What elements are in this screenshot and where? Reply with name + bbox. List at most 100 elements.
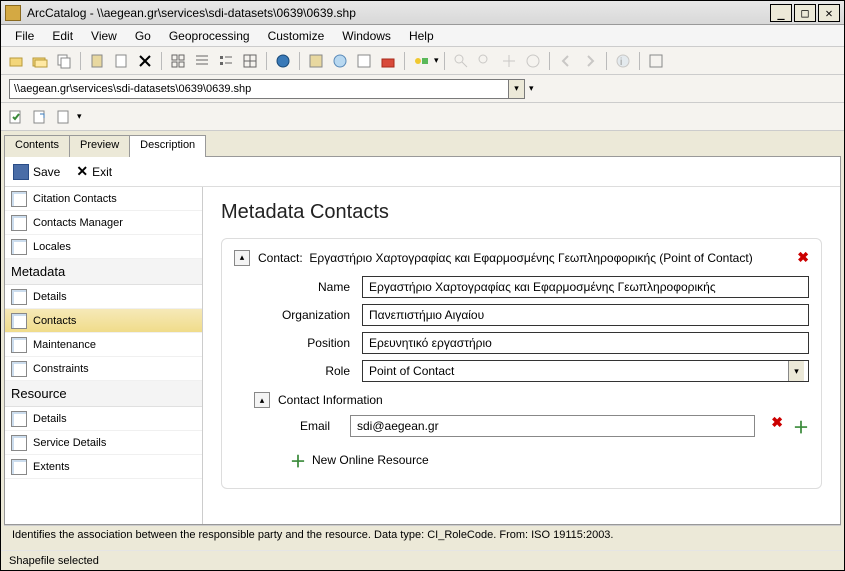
maximize-button[interactable]: □ [794, 4, 816, 22]
collapse-contact-button[interactable]: ▴ [234, 250, 250, 266]
thumbnails-icon[interactable] [239, 50, 261, 72]
zoom-in-icon [450, 50, 472, 72]
arcglobe-icon[interactable] [329, 50, 351, 72]
menu-customize[interactable]: Customize [260, 27, 333, 45]
titlebar-text: ArcCatalog - \\aegean.gr\services\sdi-da… [27, 6, 770, 20]
tab-contents[interactable]: Contents [4, 135, 70, 157]
menu-geoprocessing[interactable]: Geoprocessing [161, 27, 258, 45]
save-icon [13, 164, 29, 180]
nav-heading-metadata: Metadata [5, 259, 202, 285]
delete-contact-button[interactable]: ✖ [797, 249, 809, 266]
nav-resource-service-details[interactable]: Service Details [5, 431, 202, 455]
close-button[interactable]: ✕ [818, 4, 840, 22]
exit-button[interactable]: ✕ Exit [76, 163, 112, 180]
toolbox-icon[interactable] [377, 50, 399, 72]
connect-folder-icon[interactable] [5, 50, 27, 72]
svg-text:i: i [620, 57, 622, 68]
name-input[interactable] [362, 276, 809, 298]
tab-preview[interactable]: Preview [69, 135, 130, 157]
doc-icon [11, 289, 27, 305]
menu-view[interactable]: View [83, 27, 125, 45]
toolbar-secondary: ▾ [1, 103, 844, 131]
nav-contacts-manager[interactable]: Contacts Manager [5, 211, 202, 235]
arcscene-icon[interactable] [353, 50, 375, 72]
minimize-button[interactable]: _ [770, 4, 792, 22]
menu-edit[interactable]: Edit [44, 27, 81, 45]
zoom-out-icon [474, 50, 496, 72]
contact-title: Contact: Εργαστήριο Χαρτογραφίας και Εφα… [258, 251, 789, 265]
pathbar: ▾ ▾ [1, 75, 844, 103]
validate-icon[interactable] [5, 106, 27, 128]
full-extent-icon [522, 50, 544, 72]
dropdown-icon[interactable]: ▾ [434, 55, 439, 66]
doc-icon [11, 459, 27, 475]
pan-icon [498, 50, 520, 72]
properties-icon[interactable] [53, 106, 75, 128]
nav-heading-resource: Resource [5, 381, 202, 407]
search-icon[interactable] [645, 50, 667, 72]
role-select[interactable]: Point of Contact ▾ [362, 360, 809, 382]
list-icon[interactable] [191, 50, 213, 72]
doc-icon [11, 435, 27, 451]
details-icon[interactable] [215, 50, 237, 72]
nav-metadata-constraints[interactable]: Constraints [5, 357, 202, 381]
name-label: Name [260, 280, 350, 294]
status-bar: Shapefile selected [1, 550, 844, 570]
menubar: File Edit View Go Geoprocessing Customiz… [1, 25, 844, 47]
location-input[interactable] [9, 79, 509, 99]
page-title: Metadata Contacts [221, 201, 822, 224]
save-button[interactable]: Save [13, 164, 60, 180]
add-email-button[interactable]: ＋ [793, 414, 809, 438]
titlebar: ArcCatalog - \\aegean.gr\services\sdi-da… [1, 1, 844, 25]
nav-locales[interactable]: Locales [5, 235, 202, 259]
position-input[interactable] [362, 332, 809, 354]
menu-file[interactable]: File [7, 27, 42, 45]
menu-windows[interactable]: Windows [334, 27, 399, 45]
exit-icon: ✕ [76, 163, 88, 180]
contact-info-label: Contact Information [278, 393, 383, 407]
toolbar-options-icon[interactable]: ▾ [529, 83, 534, 94]
form-area[interactable]: Metadata Contacts ▴ Contact: Εργαστήριο … [203, 187, 840, 524]
model-builder-icon[interactable] [410, 50, 432, 72]
delete-email-button[interactable]: ✖ [771, 414, 783, 438]
back-icon [555, 50, 577, 72]
nav-metadata-contacts[interactable]: Contacts [5, 309, 202, 333]
identify-icon: i [612, 50, 634, 72]
nav-metadata-details[interactable]: Details [5, 285, 202, 309]
doc-icon [11, 361, 27, 377]
role-label: Role [260, 364, 350, 378]
arcmap-icon[interactable] [305, 50, 327, 72]
nav-resource-extents[interactable]: Extents [5, 455, 202, 479]
action-bar: Save ✕ Exit [5, 157, 840, 187]
export-icon[interactable] [29, 106, 51, 128]
copy-icon[interactable] [53, 50, 75, 72]
organization-input[interactable] [362, 304, 809, 326]
tabs: Contents Preview Description [4, 134, 841, 156]
new-online-resource-button[interactable]: ＋ New Online Resource [290, 448, 809, 472]
chevron-down-icon[interactable]: ▾ [788, 361, 804, 381]
toolbar-main: ▾ i [1, 47, 844, 75]
paste-icon[interactable] [86, 50, 108, 72]
contact-box: ▴ Contact: Εργαστήριο Χαρτογραφίας και Ε… [221, 238, 822, 489]
toolbar2-options-icon[interactable]: ▾ [77, 111, 82, 122]
large-icons-icon[interactable] [167, 50, 189, 72]
delete-icon[interactable] [134, 50, 156, 72]
menu-help[interactable]: Help [401, 27, 442, 45]
organization-label: Organization [260, 308, 350, 322]
tab-description[interactable]: Description [129, 135, 206, 157]
location-dropdown[interactable]: ▾ [509, 79, 525, 99]
collapse-contactinfo-button[interactable]: ▴ [254, 392, 270, 408]
nav-citation-contacts[interactable]: Citation Contacts [5, 187, 202, 211]
nav-tree[interactable]: Citation Contacts Contacts Manager Local… [5, 187, 203, 524]
email-input[interactable] [350, 415, 755, 437]
arccatalog-icon[interactable] [272, 50, 294, 72]
plus-icon: ＋ [290, 448, 306, 472]
app-icon [5, 5, 21, 21]
open-icon[interactable] [29, 50, 51, 72]
menu-go[interactable]: Go [127, 27, 159, 45]
nav-resource-details[interactable]: Details [5, 407, 202, 431]
help-text: Identifies the association between the r… [4, 525, 841, 547]
doc-icon [11, 215, 27, 231]
nav-metadata-maintenance[interactable]: Maintenance [5, 333, 202, 357]
new-icon[interactable] [110, 50, 132, 72]
